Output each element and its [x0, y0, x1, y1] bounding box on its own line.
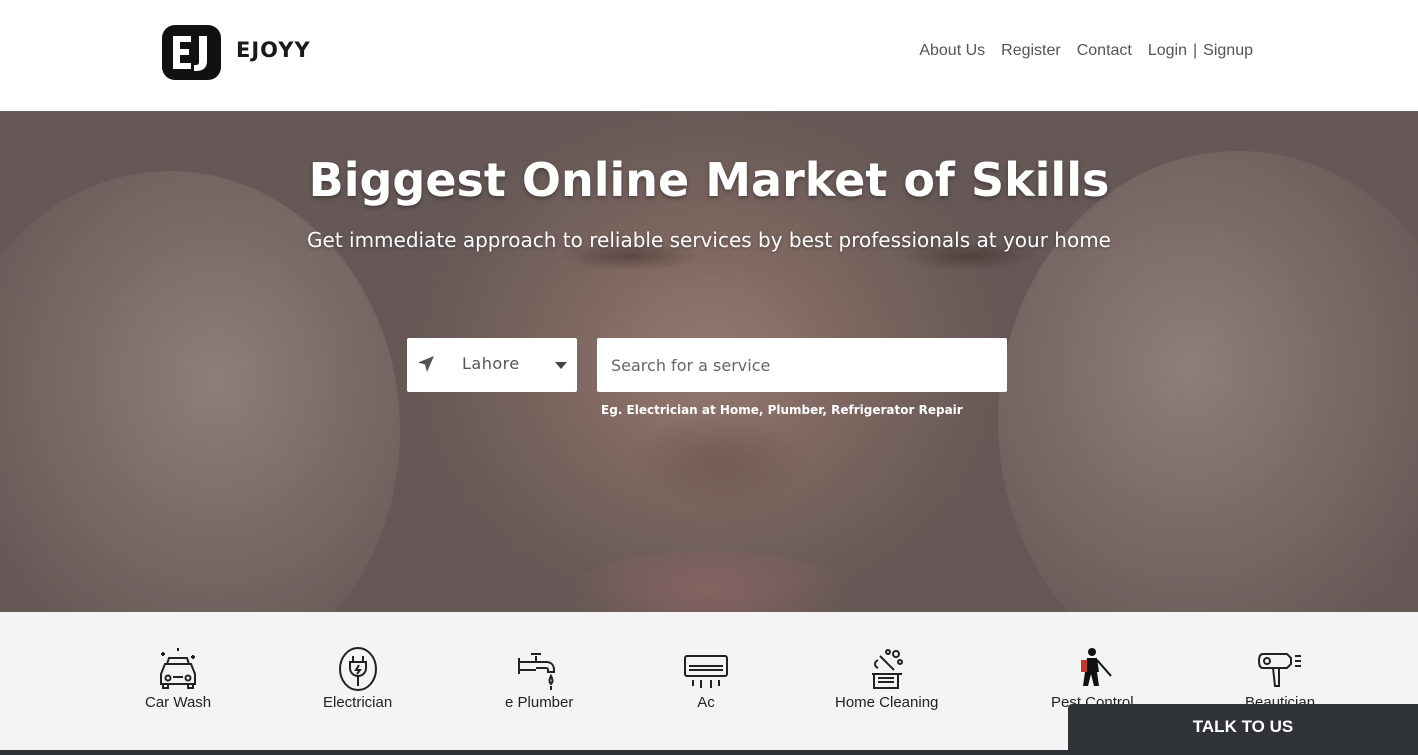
- search-hint: Eg. Electrician at Home, Plumber, Refrig…: [601, 403, 963, 417]
- category-pest-control[interactable]: Pest Control: [1051, 646, 1134, 711]
- category-electrician[interactable]: Electrician: [323, 646, 392, 711]
- category-label: Car Wash: [145, 694, 212, 711]
- category-ac[interactable]: Ac: [683, 646, 729, 711]
- cleaning-icon: [871, 649, 903, 689]
- category-plumber[interactable]: e Plumber: [505, 646, 573, 711]
- hero-title: Biggest Online Market of Skills: [308, 153, 1110, 207]
- car-wash-icon: [160, 648, 197, 689]
- chevron-down-icon: [555, 362, 567, 369]
- category-label: Electrician: [323, 694, 393, 711]
- hair-dryer-icon: [1258, 653, 1302, 687]
- category-beautician[interactable]: Beautician: [1245, 646, 1315, 711]
- hero-subtitle: Get immediate approach to reliable servi…: [307, 228, 1111, 252]
- logo-mark-icon: [162, 25, 221, 80]
- air-conditioner-icon: [684, 655, 728, 688]
- bottom-bar: [0, 750, 1418, 755]
- talk-to-us-button[interactable]: TALK TO US: [1068, 704, 1418, 750]
- nav-contact-link[interactable]: Contact: [1077, 42, 1132, 60]
- category-label: Home Cleaning: [835, 694, 939, 711]
- hero-banner: Biggest Online Market of Skills Get imme…: [0, 111, 1418, 612]
- nav-login-link[interactable]: Login: [1148, 42, 1187, 60]
- pest-control-icon: [1081, 648, 1113, 686]
- main-nav: About Us Register Contact Login | Signup: [919, 42, 1253, 60]
- city-selected-value: Lahore: [462, 354, 520, 373]
- logo[interactable]: EJOYY: [161, 24, 311, 81]
- category-label: Ac: [697, 694, 715, 711]
- nav-about-link[interactable]: About Us: [919, 42, 985, 60]
- logo-text: EJOYY: [236, 37, 311, 62]
- nav-separator: |: [1193, 42, 1198, 59]
- site-header: EJOYY About Us Register Contact Login | …: [0, 0, 1418, 111]
- faucet-icon: [518, 653, 556, 690]
- plug-icon: [338, 647, 377, 691]
- location-arrow-icon: [418, 356, 434, 372]
- city-select[interactable]: Lahore: [407, 338, 577, 392]
- category-home-cleaning[interactable]: Home Cleaning: [835, 646, 938, 711]
- nav-signup-link[interactable]: Signup: [1203, 42, 1253, 60]
- category-car-wash[interactable]: Car Wash: [145, 646, 211, 711]
- nav-register-link[interactable]: Register: [1001, 42, 1061, 60]
- service-search-input[interactable]: [597, 338, 1007, 392]
- category-label: e Plumber: [505, 694, 574, 711]
